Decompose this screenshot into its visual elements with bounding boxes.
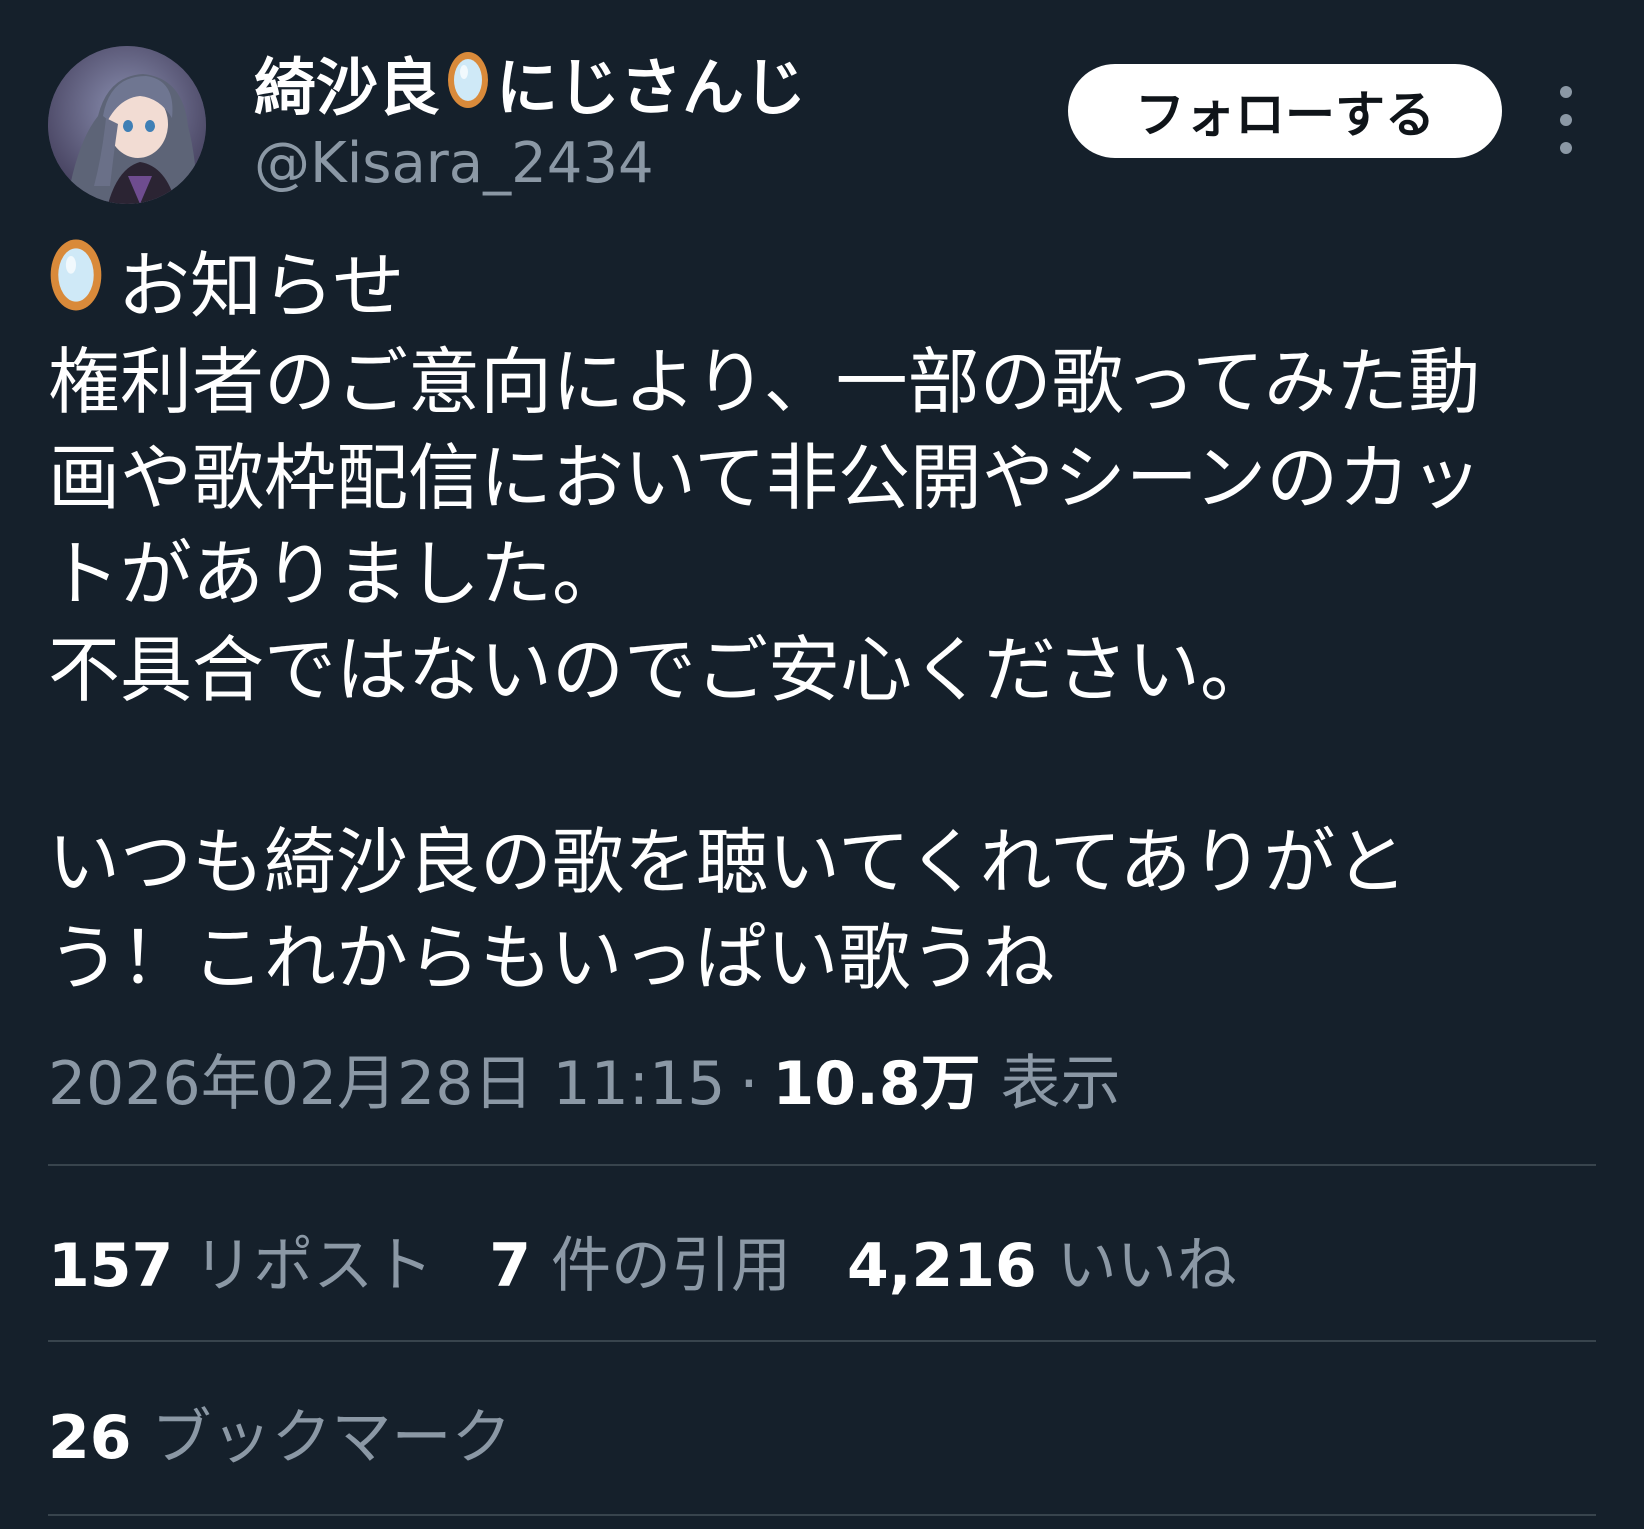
divider <box>48 1340 1596 1342</box>
tweet-line: 不具合ではないのでご安心ください。 <box>48 628 1273 712</box>
tweet-text: お知らせ 権利者のご意向により、一部の歌ってみた動 画や歌枠配信において非公開や… <box>48 238 1608 1006</box>
tweet-line: 画や歌枠配信において非公開やシーンのカッ <box>48 436 1483 520</box>
tweet-line: う！これからもいっぱい歌うね <box>48 916 1055 1000</box>
quotes-label: 件の引用 <box>551 1231 791 1301</box>
reposts-label: リポスト <box>193 1231 434 1301</box>
divider <box>48 1514 1596 1516</box>
tweet-line: 権利者のご意向により、一部の歌ってみた動 <box>48 340 1481 424</box>
likes-label: いいね <box>1056 1231 1237 1301</box>
tweet-line: トがありました。 <box>48 532 625 616</box>
more-dot <box>1560 142 1572 154</box>
tweet-meta: 2026年02月28日 11:15 · 10.8万 表示 <box>48 1044 1121 1124</box>
reposts-count: 157 <box>48 1231 174 1301</box>
likes-stat[interactable]: 4,216 いいね <box>847 1218 1237 1314</box>
tweet-line: いつも綺沙良の歌を聴いてくれてありがと <box>48 820 1408 904</box>
views-count: 10.8万 <box>772 1049 981 1119</box>
display-name[interactable]: 綺沙良 にじさんじ <box>254 50 806 126</box>
bookmarks-label: ブックマーク <box>151 1403 512 1473</box>
likes-count: 4,216 <box>847 1231 1037 1301</box>
mirror-icon <box>48 237 104 336</box>
meta-separator: · <box>739 1049 759 1119</box>
bookmarks-count: 26 <box>48 1403 132 1473</box>
quotes-count: 7 <box>489 1231 531 1301</box>
timestamp[interactable]: 2026年02月28日 11:15 <box>48 1044 725 1124</box>
display-name-prefix: 綺沙良 <box>254 51 441 124</box>
reposts-stat[interactable]: 157 リポスト <box>48 1218 433 1314</box>
views-label: 表示 <box>1000 1049 1121 1119</box>
mirror-icon <box>446 50 490 126</box>
tweet-heading-text: お知らせ <box>118 244 405 328</box>
follow-button[interactable]: フォローする <box>1068 64 1502 158</box>
more-dot <box>1560 114 1572 126</box>
more-vertical-icon[interactable] <box>1546 80 1586 160</box>
more-dot <box>1560 86 1572 98</box>
divider <box>48 1164 1596 1166</box>
avatar[interactable] <box>48 46 206 204</box>
tweet-heading: お知らせ <box>48 238 1608 334</box>
author-info: 綺沙良 にじさんじ @Kisara_2434 <box>254 50 806 200</box>
author-handle[interactable]: @Kisara_2434 <box>254 128 806 200</box>
tweet-header: 綺沙良 にじさんじ @Kisara_2434 フォローする <box>48 44 1608 204</box>
engagement-stats: 157 リポスト 7 件の引用 4,216 いいね <box>48 1218 1293 1314</box>
quotes-stat[interactable]: 7 件の引用 <box>489 1218 791 1314</box>
display-name-suffix: にじさんじ <box>496 51 807 124</box>
bookmarks-stat[interactable]: 26 ブックマーク <box>48 1390 512 1486</box>
bookmarks-row: 26 ブックマーク <box>48 1390 568 1486</box>
tweet-detail: 綺沙良 にじさんじ @Kisara_2434 フォローする お知らせ 権利者のご… <box>0 0 1644 1529</box>
